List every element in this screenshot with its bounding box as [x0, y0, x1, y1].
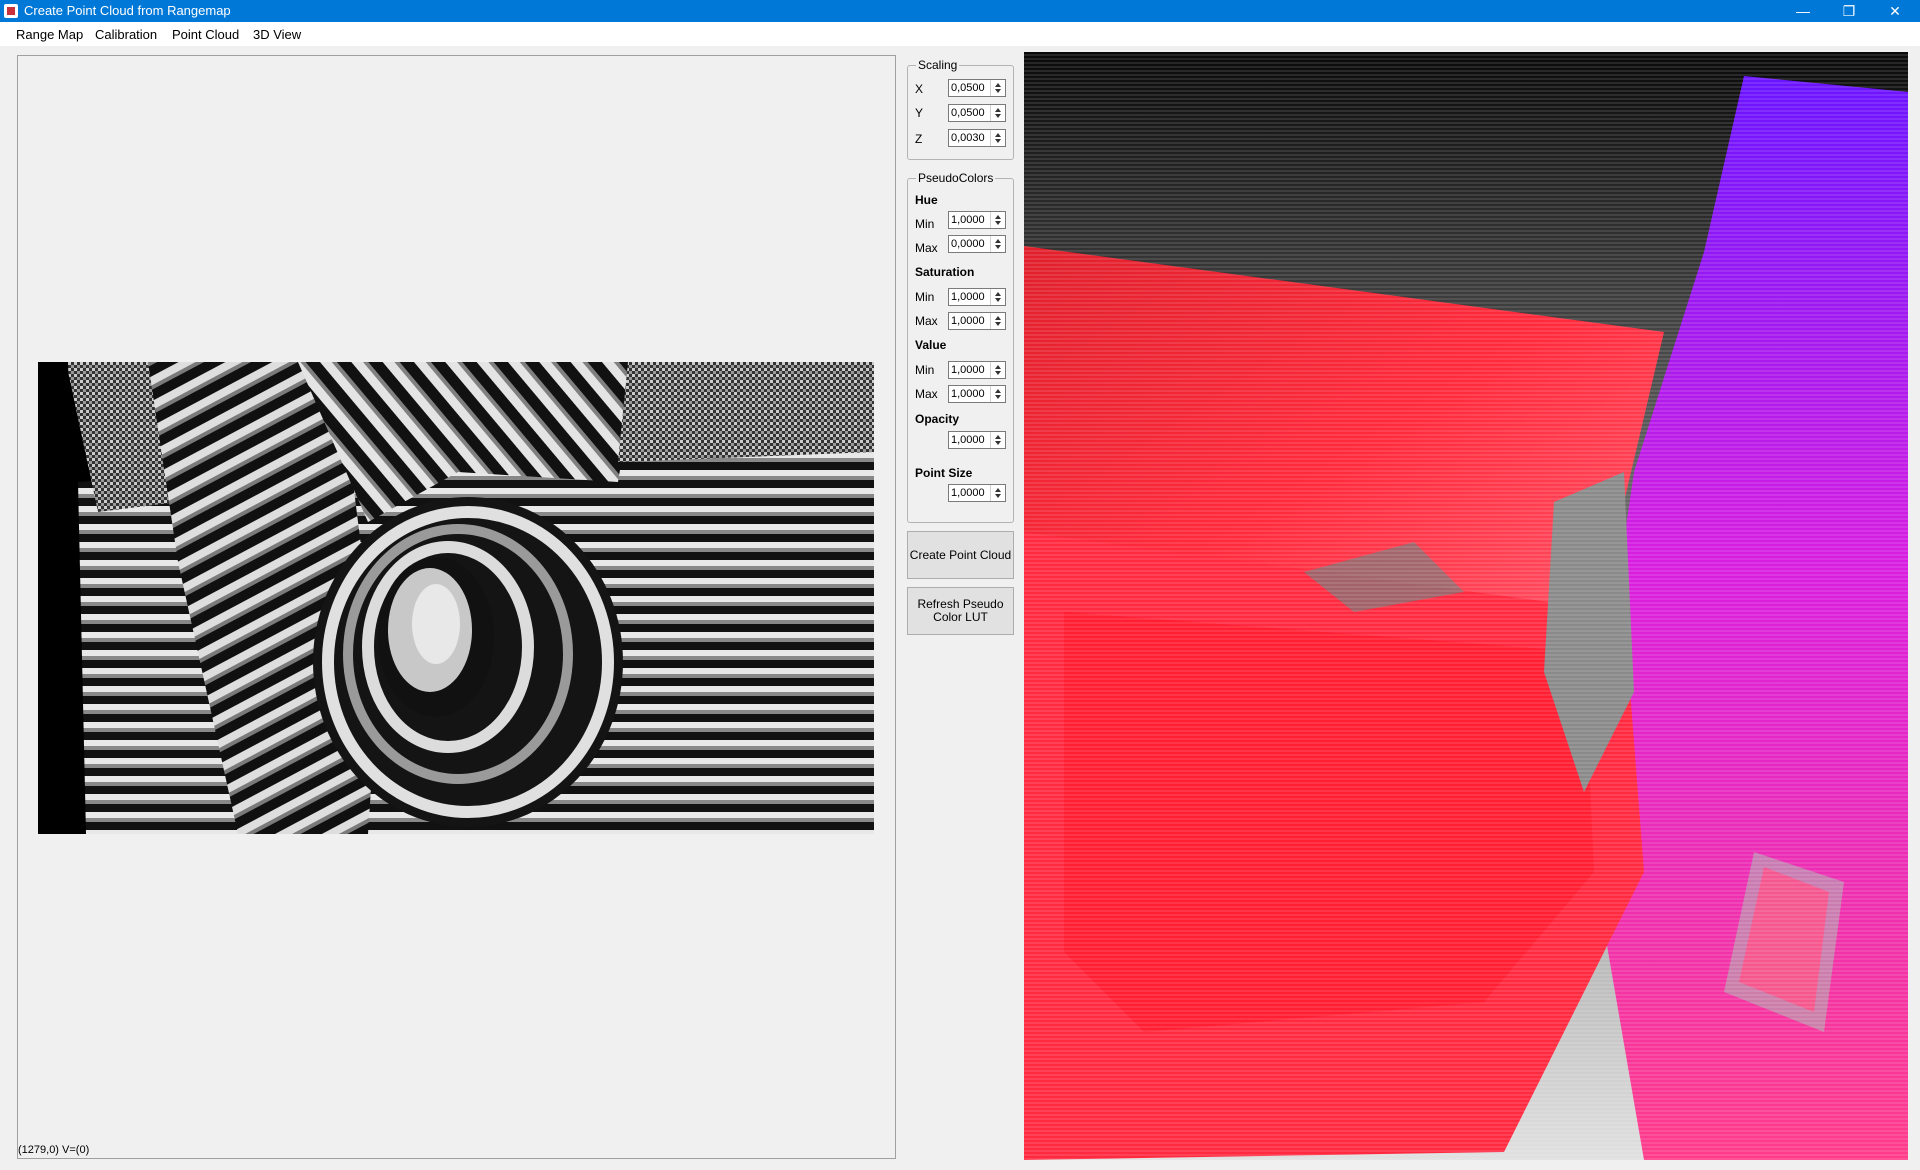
hue-min-spinner[interactable]: [948, 211, 1006, 229]
range-map-image[interactable]: [38, 362, 874, 834]
value-min-label: Min: [915, 363, 935, 377]
spinner-arrows-icon[interactable]: [990, 485, 1005, 501]
hue-min-label: Min: [915, 217, 935, 231]
value-max-spinner[interactable]: [948, 385, 1006, 403]
saturation-header: Saturation: [915, 265, 975, 279]
value-min-spinner[interactable]: [948, 361, 1006, 379]
window-title: Create Point Cloud from Rangemap: [24, 3, 231, 18]
menu-point-cloud[interactable]: Point Cloud: [172, 27, 239, 42]
spinner-arrows-icon[interactable]: [990, 386, 1005, 402]
point-size-header: Point Size: [915, 466, 973, 480]
saturation-max-input[interactable]: [949, 313, 991, 329]
menu-bar: Range Map Calibration Point Cloud 3D Vie…: [0, 22, 1920, 46]
spinner-arrows-icon[interactable]: [990, 212, 1005, 228]
opacity-input[interactable]: [949, 432, 991, 448]
scaling-z-input[interactable]: [949, 130, 991, 146]
scaling-y-input[interactable]: [949, 105, 991, 121]
point-size-input[interactable]: [949, 485, 991, 501]
hue-max-input[interactable]: [949, 236, 991, 252]
spinner-arrows-icon[interactable]: [990, 289, 1005, 305]
spinner-arrows-icon[interactable]: [990, 236, 1005, 252]
title-bar: Create Point Cloud from Rangemap — ❐ ✕: [0, 0, 1920, 22]
value-max-label: Max: [915, 387, 938, 401]
saturation-min-label: Min: [915, 290, 935, 304]
scaling-z-label: Z: [915, 132, 923, 146]
spinner-arrows-icon[interactable]: [990, 313, 1005, 329]
minimize-button[interactable]: —: [1780, 0, 1826, 22]
menu-range-map[interactable]: Range Map: [16, 27, 83, 42]
pseudocolors-legend: PseudoColors: [918, 171, 994, 185]
saturation-max-label: Max: [915, 314, 938, 328]
opacity-header: Opacity: [915, 412, 960, 426]
value-min-input[interactable]: [949, 362, 991, 378]
create-point-cloud-button[interactable]: Create Point Cloud: [907, 531, 1014, 579]
refresh-button-line1: Refresh Pseudo: [917, 597, 1004, 611]
scaling-x-spinner[interactable]: [948, 79, 1006, 97]
refresh-pseudo-color-lut-button[interactable]: Refresh Pseudo Color LUT: [907, 587, 1014, 635]
close-button[interactable]: ✕: [1872, 0, 1918, 22]
menu-3d-view[interactable]: 3D View: [253, 27, 301, 42]
saturation-max-spinner[interactable]: [948, 312, 1006, 330]
status-bar: (1279,0) V=(0): [18, 1144, 90, 1156]
scaling-z-spinner[interactable]: [948, 129, 1006, 147]
hue-min-input[interactable]: [949, 212, 991, 228]
restore-button[interactable]: ❐: [1826, 0, 1872, 22]
hue-max-label: Max: [915, 241, 938, 255]
value-header: Value: [915, 338, 947, 352]
saturation-min-spinner[interactable]: [948, 288, 1006, 306]
hue-header: Hue: [915, 193, 938, 207]
refresh-button-line2: Color LUT: [933, 610, 988, 624]
point-size-spinner[interactable]: [948, 484, 1006, 502]
app-icon: [4, 4, 18, 18]
menu-calibration[interactable]: Calibration: [95, 27, 157, 42]
3d-point-cloud-view[interactable]: [1024, 52, 1908, 1160]
opacity-spinner[interactable]: [948, 431, 1006, 449]
scaling-y-label: Y: [915, 106, 924, 120]
value-max-input[interactable]: [949, 386, 991, 402]
spinner-arrows-icon[interactable]: [990, 80, 1005, 96]
scaling-y-spinner[interactable]: [948, 104, 1006, 122]
scaling-x-input[interactable]: [949, 80, 991, 96]
scaling-legend: Scaling: [918, 58, 958, 72]
scaling-x-label: X: [915, 82, 924, 96]
spinner-arrows-icon[interactable]: [990, 105, 1005, 121]
spinner-arrows-icon[interactable]: [990, 130, 1005, 146]
spinner-arrows-icon[interactable]: [990, 432, 1005, 448]
saturation-min-input[interactable]: [949, 289, 991, 305]
spinner-arrows-icon[interactable]: [990, 362, 1005, 378]
hue-max-spinner[interactable]: [948, 235, 1006, 253]
